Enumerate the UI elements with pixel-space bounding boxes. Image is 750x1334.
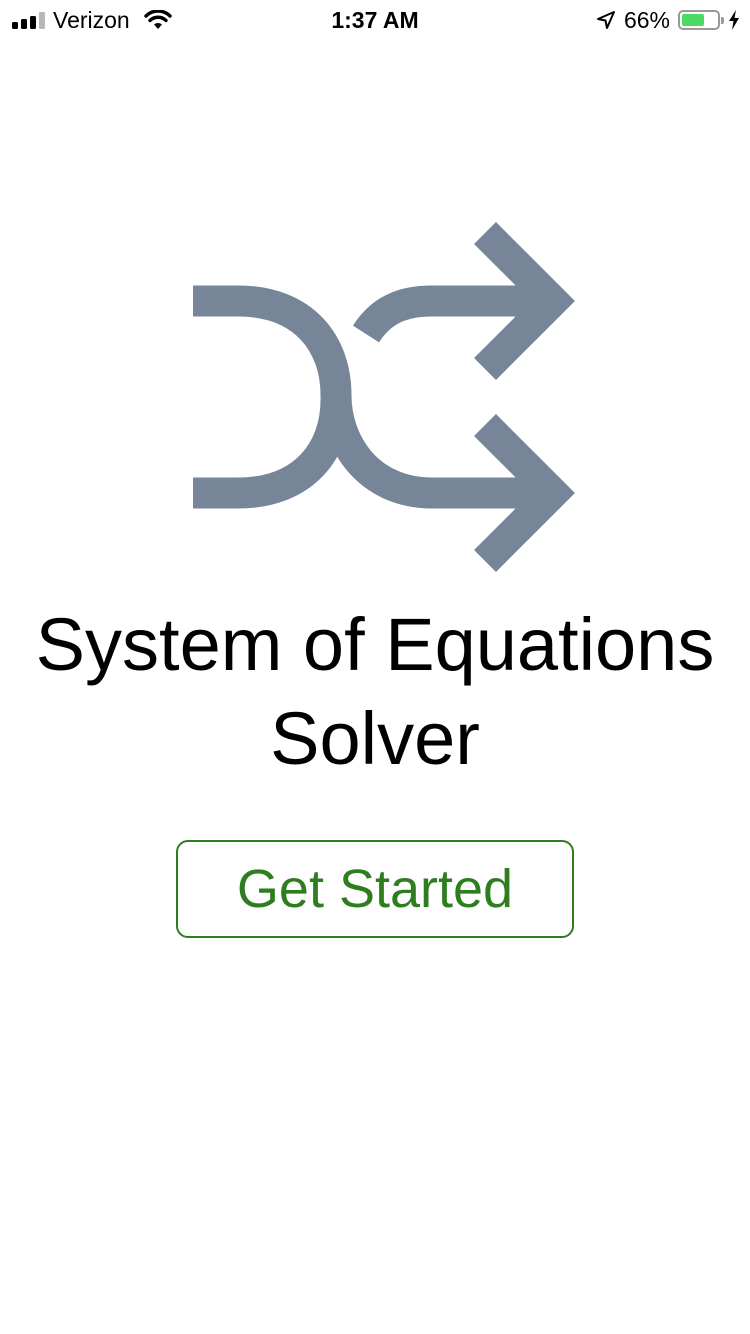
get-started-button[interactable]: Get Started — [176, 840, 574, 938]
app-title: System of Equations Solver — [0, 598, 750, 786]
app-title-line-2: Solver — [270, 697, 480, 780]
status-bar: Verizon 1:37 AM 66% — [0, 0, 750, 40]
charging-bolt-icon — [729, 10, 739, 30]
battery-icon — [678, 10, 724, 30]
shuffle-icon — [193, 222, 575, 572]
app-title-line-1: System of Equations — [35, 603, 715, 686]
location-arrow-icon — [596, 11, 615, 29]
status-right: 66% — [596, 7, 740, 33]
battery-level-fill — [682, 14, 704, 26]
battery-percentage: 66% — [623, 7, 670, 33]
battery-cap — [721, 17, 724, 24]
